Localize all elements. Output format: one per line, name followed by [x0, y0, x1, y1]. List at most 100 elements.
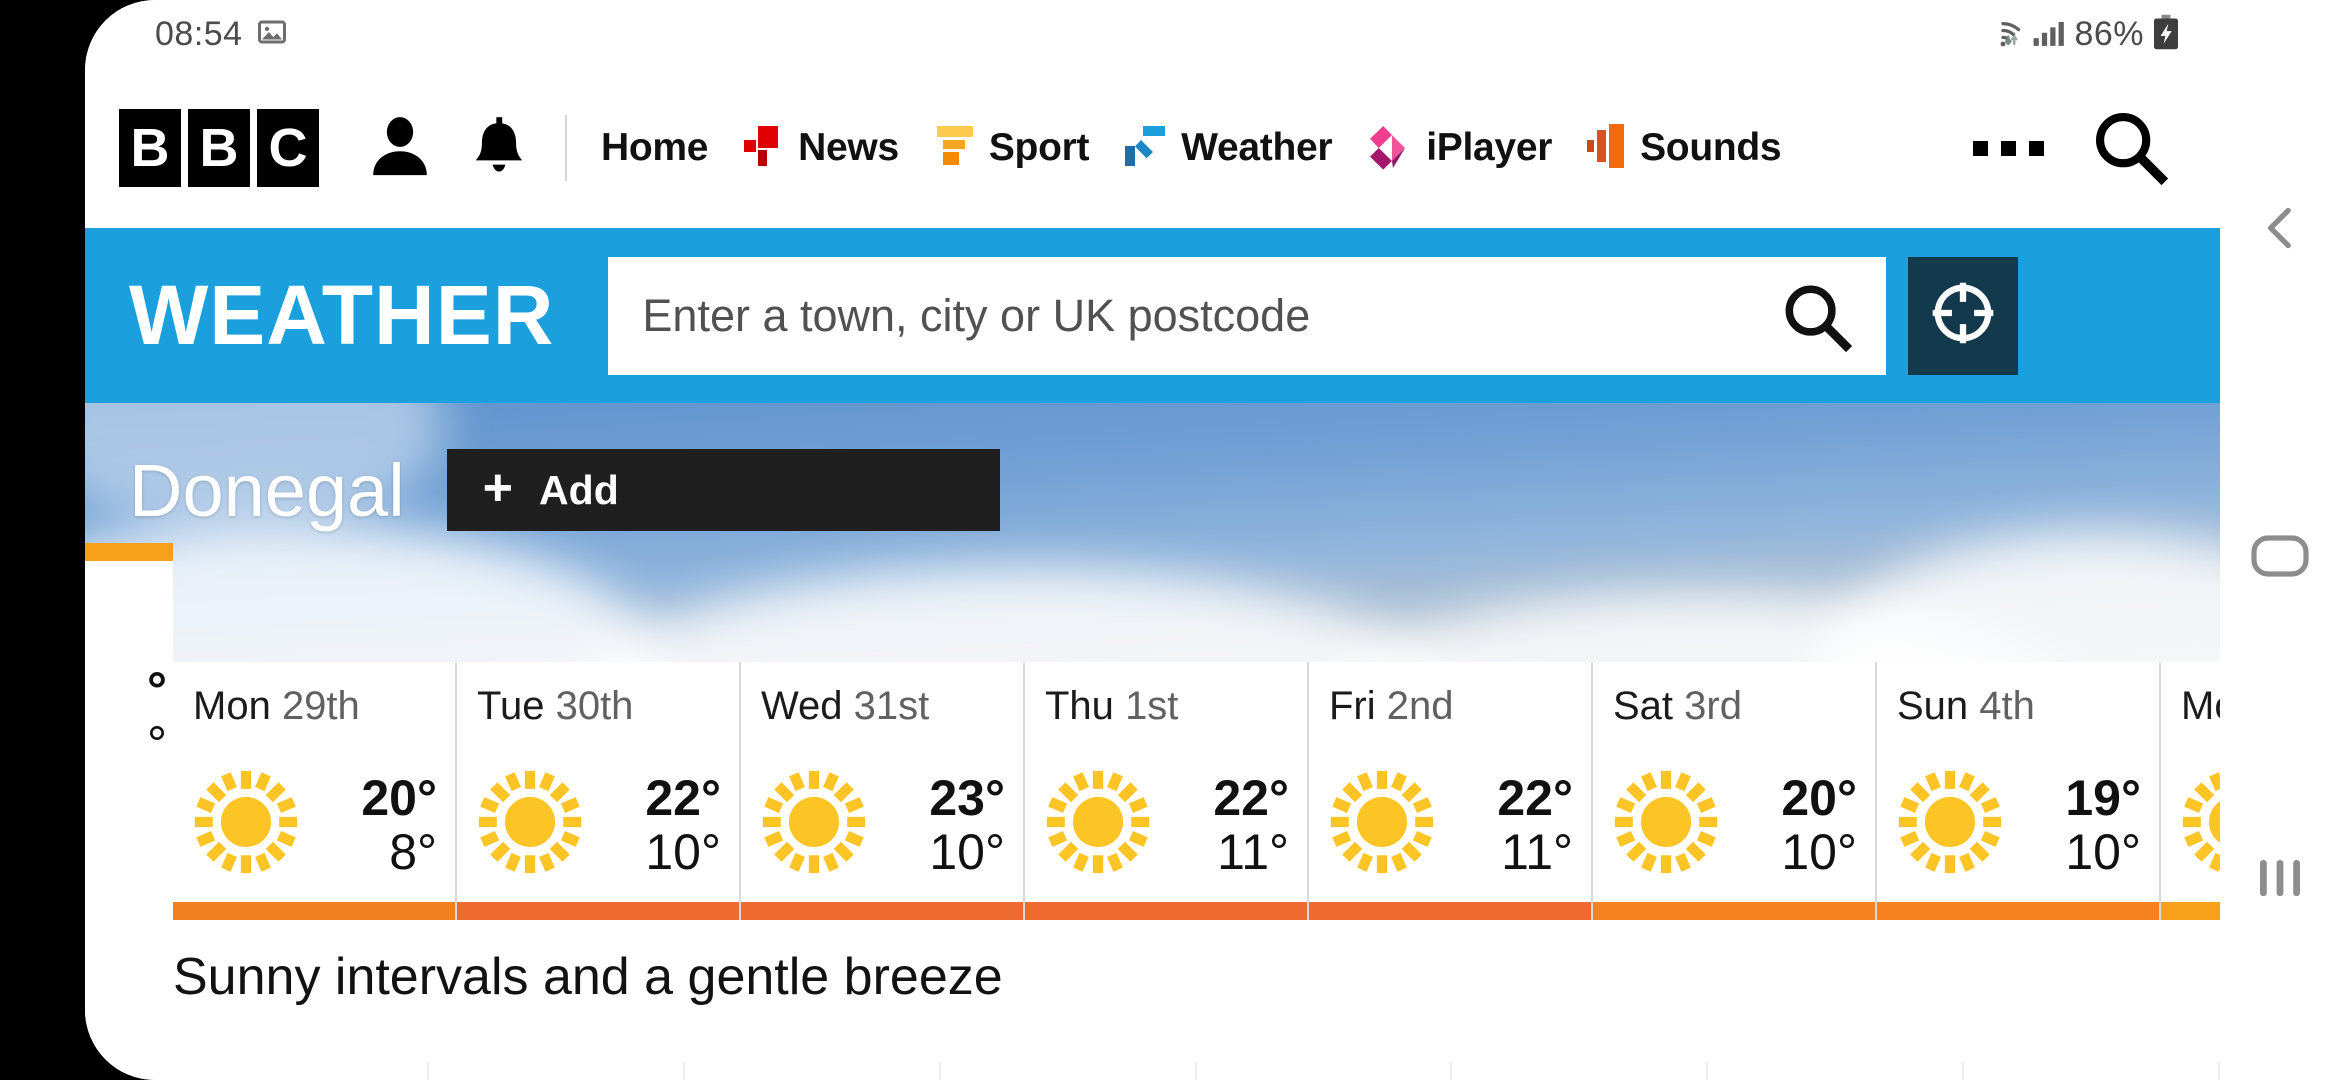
day-temperature-bar [173, 902, 455, 920]
day-max-temp: 20° [361, 769, 437, 826]
nav-item-home[interactable]: Home [601, 126, 708, 170]
day-temperatures: 23° 10° [929, 771, 1005, 879]
sunny-icon [755, 763, 873, 886]
day-temperatures: 20° 8° [361, 771, 437, 879]
day-min-temp: 10° [1781, 823, 1857, 880]
forecast-day-card[interactable]: Mon 29th 20° 8° [173, 662, 457, 920]
ellipsis-icon[interactable] [1973, 140, 2044, 156]
day-temperatures: 22° 11° [1213, 771, 1289, 879]
bbc-logo-letter: C [257, 109, 319, 187]
bbc-logo-letter: B [188, 109, 250, 187]
day-max-temp: 20° [1781, 769, 1857, 826]
android-navigation-bar [2220, 0, 2340, 1080]
plus-icon: + [482, 459, 514, 517]
nav-item-news[interactable]: News [742, 122, 899, 175]
day-temperature-bar [85, 543, 173, 561]
add-location-label: Add [539, 466, 619, 513]
nav-item-label: iPlayer [1426, 126, 1553, 169]
day-temperature-bar [1025, 902, 1307, 920]
day-temperatures: 22° 10° [645, 771, 721, 879]
day-temperature-bar [1309, 902, 1591, 920]
forecast-day-card[interactable]: Wed 31st 23° 10° [741, 662, 1025, 920]
nav-item-label: News [798, 126, 899, 169]
sunny-icon [1607, 763, 1725, 886]
recent-apps-icon[interactable] [2254, 856, 2306, 900]
weather-wordmark: WEATHER [129, 268, 555, 362]
day-max-temp: 22° [645, 769, 721, 826]
day-temperature-bar [2161, 902, 2220, 920]
chevron-left-icon[interactable] [2252, 200, 2308, 256]
status-bar-left: 08:54 [155, 15, 287, 54]
day-min-temp: 10° [929, 823, 1005, 880]
device-screen: 08:54 86% B B C Home News Sport Weather … [0, 0, 2340, 1080]
day-max-temp: 23° [929, 769, 1005, 826]
day-heading: Sun 4th [1877, 662, 2159, 729]
day-temperature-bar [1593, 902, 1875, 920]
day-date: 30th [555, 684, 634, 728]
bbc-iplayer-logo-icon [1366, 122, 1414, 175]
search-input[interactable]: Enter a town, city or UK postcode [608, 256, 1887, 375]
bbc-weather-logo-icon [1123, 122, 1169, 175]
forecast-day-card[interactable]: Thu 1st 22° 11° [1025, 662, 1309, 920]
forecast-summary: Sunny intervals and a gentle breeze [85, 920, 2220, 1080]
day-temperatures: 22° 11° [1497, 771, 1573, 879]
bbc-logo[interactable]: B B C [119, 109, 319, 187]
forecast-day-strip[interactable]: Mon 29th 20° 8° Tue 30th 22° 10° Wed 31s… [173, 662, 2220, 920]
status-bar-right: 86% [1982, 14, 2180, 55]
day-max-temp: 19° [2065, 769, 2141, 826]
day-heading: Wed 31st [741, 662, 1023, 729]
day-min-temp: 11° [1217, 823, 1289, 880]
location-header: Donegal + Add [85, 430, 2220, 550]
sunny-icon [1323, 763, 1441, 886]
nav-item-sounds[interactable]: Sounds [1586, 122, 1782, 175]
day-date: 4th [1979, 684, 2035, 728]
account-icon[interactable] [365, 111, 435, 186]
status-bar: 08:54 86% [85, 0, 2220, 68]
day-name: Sat [1613, 684, 1674, 728]
day-name: Wed [761, 684, 843, 728]
wifi-icon [1982, 15, 2024, 54]
day-name: Mon [193, 684, 271, 728]
day-temperatures: ° ° [147, 663, 167, 771]
nav-item-iplayer[interactable]: iPlayer [1366, 122, 1552, 175]
forecast-summary-text: Sunny intervals and a gentle breeze [173, 948, 1003, 1006]
sunny-icon [1891, 763, 2009, 886]
status-clock: 08:54 [155, 14, 243, 53]
day-heading: Tue 30th [457, 662, 739, 729]
day-name: Mon [2181, 684, 2220, 728]
nav-item-label: Home [601, 126, 709, 169]
forecast-day-card[interactable]: Fri 2nd 22° 11° [1309, 662, 1593, 920]
geolocation-button[interactable] [1908, 256, 2019, 375]
bbc-news-logo-icon [742, 122, 786, 175]
day-min-temp: ° [147, 716, 167, 772]
bbc-sport-logo-icon [933, 122, 977, 175]
battery-percent-label: 86% [2074, 14, 2144, 53]
nav-item-weather[interactable]: Weather [1123, 122, 1333, 175]
search-icon[interactable] [2090, 107, 2169, 190]
sunny-icon [471, 763, 589, 886]
add-location-button[interactable]: + Add [446, 449, 1000, 531]
day-name: Sun [1897, 684, 1969, 728]
forecast-day-partial-previous[interactable]: ° ° [85, 543, 173, 920]
image-icon [257, 17, 287, 52]
app-viewport: 08:54 86% B B C Home News Sport Weather … [85, 0, 2220, 1080]
forecast-day-card[interactable]: Sun 4th 19° 10° [1877, 662, 2161, 920]
nav-item-sport[interactable]: Sport [933, 122, 1089, 175]
forecast-day-card-partial-next[interactable]: Mon [2161, 662, 2220, 920]
search-placeholder: Enter a town, city or UK postcode [642, 289, 1311, 341]
day-temperature-bar [1877, 902, 2159, 920]
sunny-icon [1039, 763, 1157, 886]
nav-item-label: Weather [1181, 126, 1333, 169]
bbc-sounds-logo-icon [1586, 122, 1628, 175]
bbc-masthead: B B C Home News Sport Weather iPlayer So… [85, 68, 2220, 228]
bell-icon[interactable] [467, 111, 531, 186]
day-heading: Mon [2161, 662, 2220, 729]
search-submit-icon[interactable] [1780, 280, 1853, 352]
forecast-day-card[interactable]: Sat 3rd 20° 10° [1593, 662, 1877, 920]
location-name: Donegal [129, 448, 405, 532]
day-max-temp: 22° [1497, 769, 1573, 826]
home-rounded-rect-icon[interactable] [2250, 534, 2310, 578]
day-min-temp: 11° [1501, 823, 1573, 880]
nav-item-label: Sounds [1640, 126, 1782, 169]
forecast-day-card[interactable]: Tue 30th 22° 10° [457, 662, 741, 920]
